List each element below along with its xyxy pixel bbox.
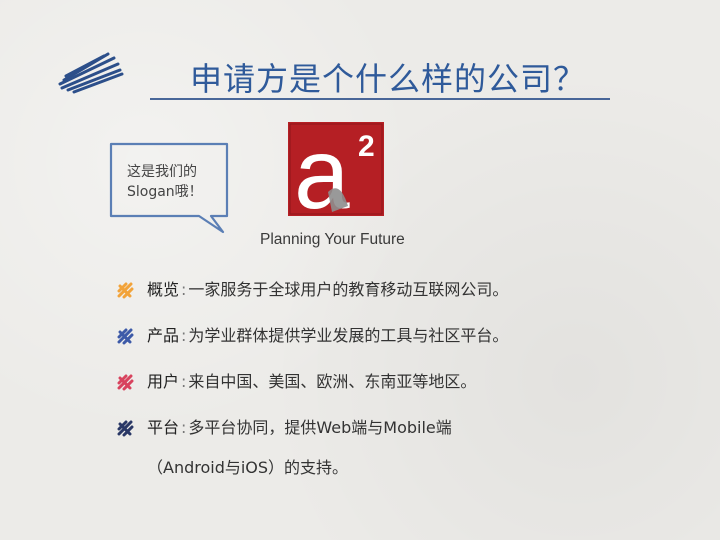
bullet-label: 产品 [147,326,180,345]
bullet-marker-icon [117,282,134,299]
scribble-decoration [58,52,124,94]
bullet-separator: : [181,372,187,391]
bullet-label: 概览 [147,280,180,299]
bullet-text: 一家服务于全球用户的教育移动互联网公司。 [188,280,509,299]
bullet-separator: : [181,326,187,345]
list-item: 概览: 一家服务于全球用户的教育移动互联网公司。 [115,278,508,302]
bullet-text-continued: （Android与iOS）的支持。 [147,458,349,477]
bullet-marker-icon [117,374,134,391]
bullet-label: 平台 [147,418,180,437]
list-item: 产品: 为学业群体提供学业发展的工具与社区平台。 [115,324,508,348]
bullet-separator: : [181,418,187,437]
list-item: 平台: 多平台协同，提供Web端与Mobile端 [115,416,452,440]
bullet-separator: : [181,280,187,299]
bubble-line-1: 这是我们的 [127,164,197,180]
bullet-text: 来自中国、美国、欧洲、东南亚等地区。 [188,372,477,391]
bubble-text: 这是我们的 Slogan哦！ [127,162,203,202]
bullet-text: 为学业群体提供学业发展的工具与社区平台。 [188,326,509,345]
logo-superscript: 2 [358,130,375,163]
bullet-text: 多平台协同，提供Web端与Mobile端 [188,418,452,437]
list-item: 用户: 来自中国、美国、欧洲、东南亚等地区。 [115,370,476,394]
page-title: 申请方是个什么样的公司？ [190,60,587,98]
company-logo: a 2 [288,122,384,216]
slide: 申请方是个什么样的公司？ 这是我们的 Slogan哦！ a 2 Planning… [0,0,720,540]
bubble-line-2: Slogan哦！ [127,184,203,200]
bullet-label: 用户 [147,372,180,391]
bullet-marker-icon [117,420,134,437]
tagline: Planning Your Future [260,231,405,248]
bullet-marker-icon [117,328,134,345]
